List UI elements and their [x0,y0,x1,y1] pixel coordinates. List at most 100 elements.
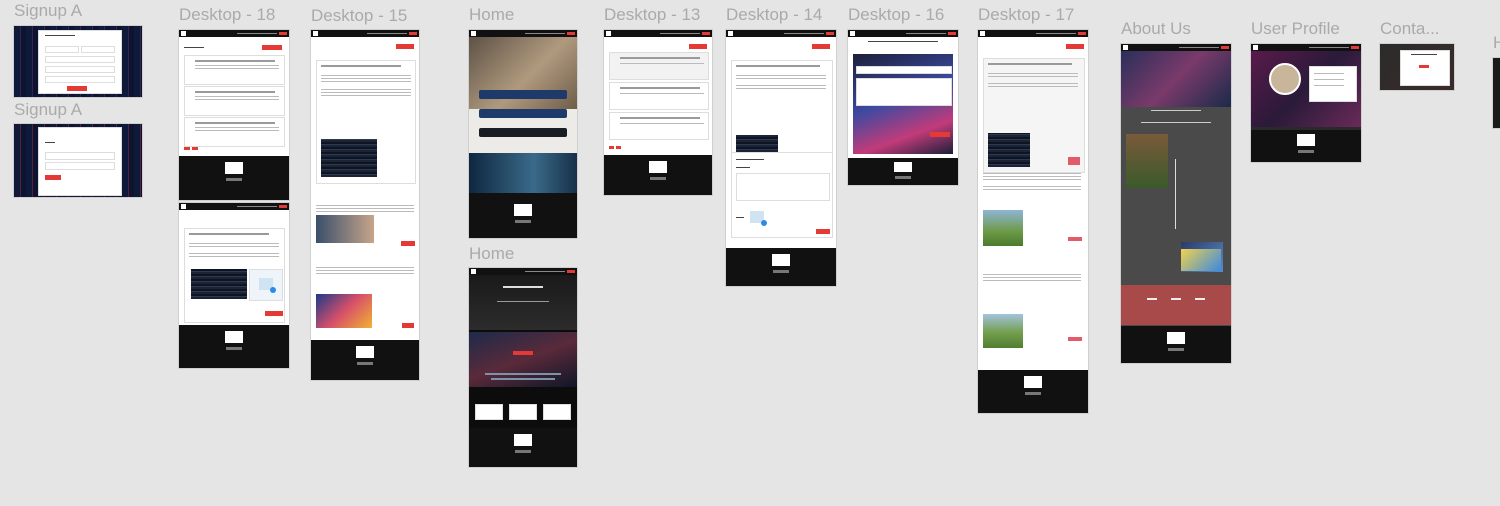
upload-image-icon[interactable] [750,211,767,226]
ask-question-button[interactable] [1066,44,1084,49]
ask-question-button[interactable] [262,45,282,50]
pagination-button[interactable] [184,147,190,150]
frame-label-desktop-14[interactable]: Desktop - 14 [726,6,822,24]
social-icons[interactable] [226,178,242,181]
frame-label-user-profile[interactable]: User Profile [1251,20,1340,38]
frame-contact[interactable] [1380,44,1454,90]
nav-cta-button[interactable] [567,32,575,35]
password-input[interactable] [45,66,115,73]
frame-desktop-18-detail[interactable] [179,203,289,368]
feature-card[interactable] [509,404,537,420]
question-card[interactable] [609,52,709,80]
nav-cta-button[interactable] [826,32,834,35]
nav-cta-button[interactable] [1078,32,1086,35]
description-textarea[interactable] [856,78,952,106]
frame-desktop-14[interactable] [726,30,836,286]
question-card[interactable] [609,82,709,110]
post-question-button[interactable] [930,132,950,137]
frame-label-offscreen[interactable]: H [1493,34,1500,52]
frame-desktop-18[interactable] [179,30,289,200]
answer-textarea[interactable] [736,173,830,201]
nav-cta-button[interactable] [1221,46,1229,49]
first-name-input[interactable] [45,46,79,53]
frame-offscreen[interactable] [1493,58,1500,128]
nav-cta-button[interactable] [948,32,956,35]
nav-cta-button[interactable] [279,32,287,35]
ask-question-button[interactable] [396,44,414,49]
cta-pill[interactable] [479,109,567,118]
social-icons[interactable] [226,347,242,350]
reply-button[interactable] [401,241,415,246]
social-icons[interactable] [1298,150,1314,153]
cta-pill[interactable] [479,128,567,137]
frame-desktop-13[interactable] [604,30,712,195]
frame-label-signup-a-2[interactable]: Signup A [14,101,82,119]
login-button[interactable] [45,175,61,180]
question-card[interactable] [184,55,285,85]
send-button[interactable] [1419,65,1429,68]
nav-cta-button[interactable] [1351,46,1359,49]
social-icons[interactable] [515,450,531,453]
last-name-input[interactable] [81,46,115,53]
frame-home-2[interactable] [469,268,577,467]
email-input[interactable] [45,56,115,63]
frame-label-desktop-15[interactable]: Desktop - 15 [311,7,407,25]
social-icons[interactable] [895,176,911,179]
email-input[interactable] [45,152,115,160]
frame-about-us[interactable] [1121,44,1231,363]
nav-cta-button[interactable] [567,270,575,273]
ask-question-button[interactable] [689,44,707,49]
submit-button[interactable] [265,311,283,316]
reply-button[interactable] [402,323,414,328]
question-card[interactable] [609,112,709,140]
password-input[interactable] [45,162,115,170]
title-input[interactable] [856,66,952,74]
frame-label-desktop-13[interactable]: Desktop - 13 [604,6,700,24]
social-icons[interactable] [773,270,789,273]
upload-box[interactable] [249,269,283,301]
frame-signup-a-2[interactable] [14,124,142,197]
frame-desktop-17[interactable] [978,30,1088,413]
confirm-password-input[interactable] [45,76,115,83]
feature-card[interactable] [475,404,503,420]
cta-pill[interactable] [479,90,567,99]
reply-button[interactable] [1068,337,1082,341]
frame-home-1[interactable] [469,30,577,238]
reply-button[interactable] [1068,157,1080,165]
frame-label-contact[interactable]: Conta... [1380,20,1440,38]
question-card[interactable] [184,117,285,147]
frame-label-desktop-17[interactable]: Desktop - 17 [978,6,1074,24]
social-icons[interactable] [357,362,373,365]
nav-cta-button[interactable] [409,32,417,35]
social-icons[interactable] [650,177,666,180]
frame-label-about-us[interactable]: About Us [1121,20,1191,38]
frame-signup-a-1[interactable] [14,26,142,97]
frame-label-home-1[interactable]: Home [469,6,514,24]
frame-label-home-2[interactable]: Home [469,245,514,263]
upload-image-icon[interactable] [259,278,276,293]
frame-user-profile[interactable] [1251,44,1361,162]
avatar[interactable] [1269,63,1301,95]
signup-button[interactable] [67,86,87,91]
pagination-button[interactable] [609,146,614,149]
social-icons[interactable] [1168,348,1184,351]
social-icons[interactable] [515,220,531,223]
frame-label-desktop-16[interactable]: Desktop - 16 [848,6,944,24]
submit-button[interactable] [816,229,830,234]
frame-desktop-15[interactable] [311,30,419,380]
nav-cta-button[interactable] [702,32,710,35]
feature-card[interactable] [543,404,571,420]
logo-icon [1024,376,1042,388]
question-card[interactable] [184,86,285,116]
navbar [726,30,836,37]
social-icons[interactable] [1025,392,1041,395]
nav-cta-button[interactable] [279,205,287,208]
hero-cta-button[interactable] [513,351,533,355]
frame-label-signup-a-1[interactable]: Signup A [14,2,82,20]
reply-button[interactable] [1068,237,1082,241]
frame-desktop-16[interactable] [848,30,958,185]
frame-label-desktop-18[interactable]: Desktop - 18 [179,6,275,24]
ask-question-button[interactable] [812,44,830,49]
pagination-button[interactable] [616,146,621,149]
pagination-button[interactable] [192,147,198,150]
